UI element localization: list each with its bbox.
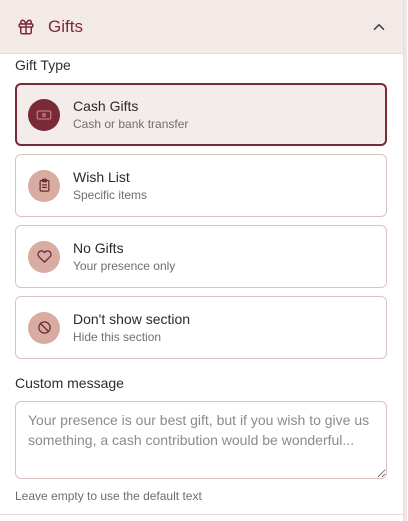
option-subtitle: Your presence only — [73, 259, 176, 273]
panel-edge — [404, 0, 407, 521]
option-title: No Gifts — [73, 240, 124, 256]
custom-message-label: Custom message — [15, 375, 124, 391]
gift-option-wishlist[interactable]: Wish List Specific items — [15, 154, 387, 217]
custom-message-hint: Leave empty to use the default text — [15, 489, 202, 503]
gifts-section-header[interactable]: Gifts — [0, 0, 403, 54]
chevron-up-icon[interactable] — [369, 17, 389, 37]
option-title: Cash Gifts — [73, 98, 139, 114]
gifts-panel: Gifts Gift Type Cash Gifts Cash or bank … — [0, 0, 407, 521]
gift-option-no-gifts[interactable]: No Gifts Your presence only — [15, 225, 387, 288]
option-title: Wish List — [73, 169, 130, 185]
heart-icon — [28, 240, 60, 273]
option-subtitle: Hide this section — [73, 330, 162, 344]
custom-message-wrap — [15, 401, 387, 479]
option-subtitle: Cash or bank transfer — [73, 117, 189, 131]
gift-type-options: Cash Gifts Cash or bank transfer Wish Li… — [15, 83, 387, 367]
gift-type-label: Gift Type — [15, 57, 71, 73]
ban-icon — [28, 311, 60, 344]
custom-message-input[interactable] — [15, 401, 387, 479]
banknote-icon — [28, 98, 60, 131]
option-subtitle: Specific items — [73, 188, 148, 202]
section-divider — [0, 514, 403, 515]
gift-option-hide-section[interactable]: Don't show section Hide this section — [15, 296, 387, 359]
section-title: Gifts — [48, 16, 83, 36]
gift-icon — [16, 17, 36, 37]
gift-option-cash[interactable]: Cash Gifts Cash or bank transfer — [15, 83, 387, 146]
option-title: Don't show section — [73, 311, 191, 327]
clipboard-list-icon — [28, 169, 60, 202]
